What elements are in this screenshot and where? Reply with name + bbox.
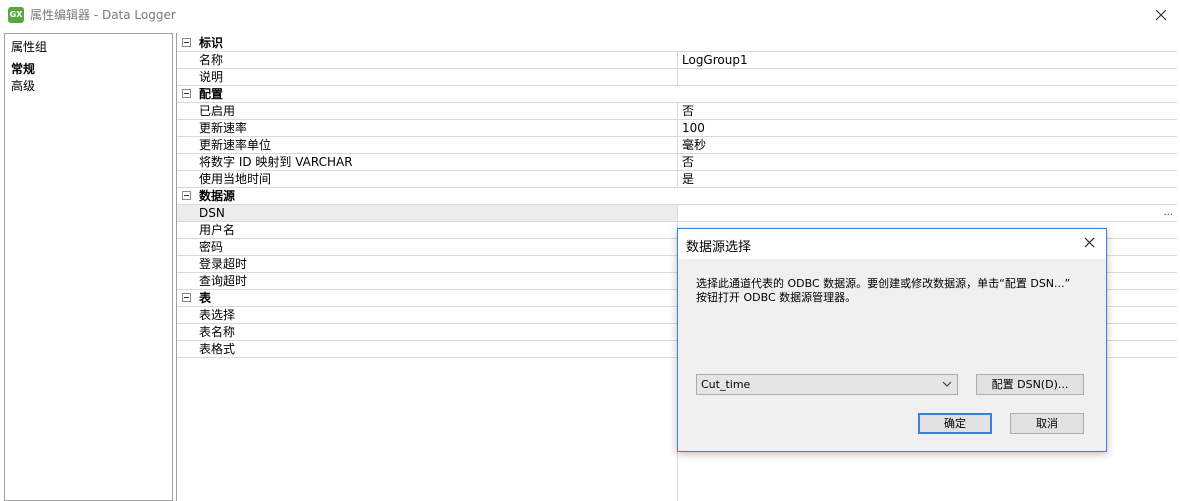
property-row-update-rate-unit[interactable]: 更新速率单位 毫秒 xyxy=(177,137,1177,154)
collapse-toggle-icon[interactable] xyxy=(182,191,191,200)
chevron-down-icon xyxy=(942,375,952,394)
property-name: 表格式 xyxy=(199,342,236,356)
category-identification[interactable]: 标识 xyxy=(177,35,1177,52)
property-value-map-numeric-id[interactable]: 否 xyxy=(677,154,1177,170)
property-row-description[interactable]: 说明 xyxy=(177,69,1177,86)
property-value-update-rate[interactable]: 100 xyxy=(677,120,1177,136)
property-row-update-rate[interactable]: 更新速率 100 xyxy=(177,120,1177,137)
category-configuration[interactable]: 配置 xyxy=(177,86,1177,103)
app-logo-icon: GX xyxy=(8,7,24,23)
property-name: 更新速率 xyxy=(199,121,248,135)
dialog-description-line: 选择此通道代表的 ODBC 数据源。要创建或修改数据源，单击“配置 DSN...… xyxy=(696,277,1071,290)
cancel-button[interactable]: 取消 xyxy=(1010,413,1084,434)
property-value-name[interactable]: LogGroup1 xyxy=(677,52,1177,68)
dialog-description: 选择此通道代表的 ODBC 数据源。要创建或修改数据源，单击“配置 DSN...… xyxy=(696,277,1096,305)
dialog-description-line: 按钮打开 ODBC 数据源管理器。 xyxy=(696,291,857,304)
category-label: 表 xyxy=(199,291,212,305)
property-value-update-rate-unit[interactable]: 毫秒 xyxy=(677,137,1177,153)
property-groups-heading: 属性组 xyxy=(11,40,48,54)
property-row-name[interactable]: 名称 LogGroup1 xyxy=(177,52,1177,69)
property-name: 表选择 xyxy=(199,308,236,322)
property-name: 使用当地时间 xyxy=(199,172,272,186)
dialog-close-button[interactable] xyxy=(1080,234,1098,252)
configure-dsn-button[interactable]: 配置 DSN(D)... xyxy=(976,374,1084,395)
category-label: 配置 xyxy=(199,87,224,101)
property-name: 登录超时 xyxy=(199,257,248,271)
property-name: 已启用 xyxy=(199,104,236,118)
data-source-dialog: 数据源选择 选择此通道代表的 ODBC 数据源。要创建或修改数据源，单击“配置 … xyxy=(677,228,1107,452)
dsn-selected-value: Cut_time xyxy=(701,378,751,391)
property-name: 将数字 ID 映射到 VARCHAR xyxy=(199,155,353,169)
property-name: 名称 xyxy=(199,53,224,67)
category-data-source[interactable]: 数据源 xyxy=(177,188,1177,205)
dsn-browse-button[interactable]: ... xyxy=(1163,205,1173,221)
property-row-dsn[interactable]: DSN ... xyxy=(177,205,1177,222)
property-name: 表名称 xyxy=(199,325,236,339)
collapse-toggle-icon[interactable] xyxy=(182,38,191,47)
window-title: 属性编辑器 - Data Logger xyxy=(30,8,176,22)
collapse-toggle-icon[interactable] xyxy=(182,89,191,98)
collapse-toggle-icon[interactable] xyxy=(182,293,191,302)
close-icon xyxy=(1084,237,1094,248)
property-name: DSN xyxy=(199,206,225,220)
property-name: 用户名 xyxy=(199,223,236,237)
window-titlebar: GX 属性编辑器 - Data Logger xyxy=(0,0,1180,30)
ok-button[interactable]: 确定 xyxy=(918,413,992,434)
property-row-use-local-time[interactable]: 使用当地时间 是 xyxy=(177,171,1177,188)
property-groups-panel: 属性组 常规 高级 xyxy=(4,33,173,501)
property-value-description[interactable] xyxy=(677,69,1177,85)
property-row-map-numeric-id[interactable]: 将数字 ID 映射到 VARCHAR 否 xyxy=(177,154,1177,171)
property-group-advanced[interactable]: 高级 xyxy=(11,78,35,94)
property-name: 密码 xyxy=(199,240,224,254)
property-group-general[interactable]: 常规 xyxy=(11,61,35,77)
window-close-button[interactable] xyxy=(1150,4,1172,26)
property-name: 更新速率单位 xyxy=(199,138,272,152)
property-name: 说明 xyxy=(199,70,224,84)
property-value-dsn[interactable] xyxy=(677,205,1177,221)
dialog-title: 数据源选择 xyxy=(686,240,752,255)
property-value-enabled[interactable]: 否 xyxy=(677,103,1177,119)
dialog-titlebar: 数据源选择 xyxy=(678,229,1106,259)
category-label: 数据源 xyxy=(199,189,236,203)
dsn-select[interactable]: Cut_time xyxy=(696,374,958,395)
property-row-enabled[interactable]: 已启用 否 xyxy=(177,103,1177,120)
category-label: 标识 xyxy=(199,36,224,50)
property-name: 查询超时 xyxy=(199,274,248,288)
property-value-use-local-time[interactable]: 是 xyxy=(677,171,1177,187)
close-icon xyxy=(1155,9,1167,21)
